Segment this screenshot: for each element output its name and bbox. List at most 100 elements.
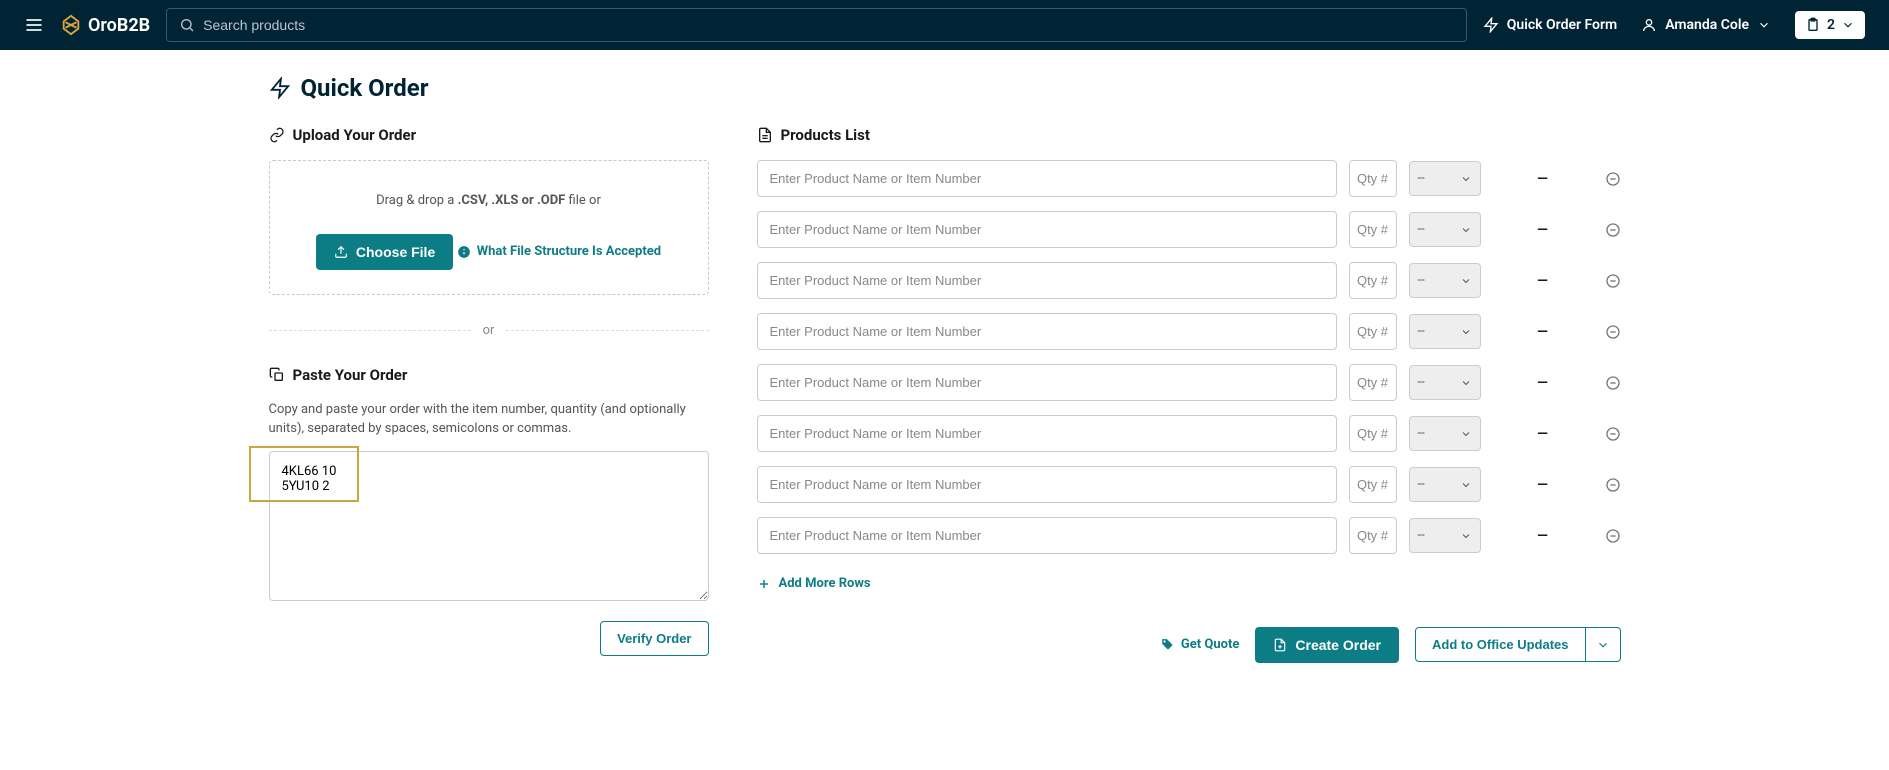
create-order-button[interactable]: Create Order bbox=[1255, 627, 1399, 663]
price-value: — bbox=[1493, 222, 1593, 238]
qty-input[interactable] bbox=[1349, 313, 1397, 350]
price-value: — bbox=[1493, 273, 1593, 289]
header-right: Quick Order Form Amanda Cole 2 bbox=[1483, 11, 1865, 39]
product-row: -- — bbox=[757, 364, 1621, 401]
chevron-down-icon bbox=[1757, 18, 1771, 32]
remove-row-button[interactable] bbox=[1605, 426, 1621, 442]
tag-icon bbox=[1161, 638, 1175, 652]
remove-icon bbox=[1605, 375, 1621, 391]
logo-icon bbox=[60, 14, 82, 36]
product-row: -- — bbox=[757, 262, 1621, 299]
price-value: — bbox=[1493, 375, 1593, 391]
unit-select[interactable]: -- bbox=[1409, 263, 1481, 298]
get-quote-button[interactable]: Get Quote bbox=[1161, 637, 1240, 652]
quick-order-form-link[interactable]: Quick Order Form bbox=[1483, 17, 1617, 33]
product-row: -- — bbox=[757, 211, 1621, 248]
remove-row-button[interactable] bbox=[1605, 375, 1621, 391]
document-plus-icon bbox=[1273, 638, 1287, 652]
unit-select[interactable]: -- bbox=[1409, 467, 1481, 502]
add-to-list-button[interactable]: Add to Office Updates bbox=[1415, 627, 1586, 662]
product-name-input[interactable] bbox=[757, 364, 1337, 401]
unit-value: -- bbox=[1418, 273, 1425, 288]
verify-order-button[interactable]: Verify Order bbox=[600, 621, 708, 656]
remove-icon bbox=[1605, 477, 1621, 493]
unit-select[interactable]: -- bbox=[1409, 161, 1481, 196]
cart-count: 2 bbox=[1827, 17, 1835, 33]
remove-row-button[interactable] bbox=[1605, 477, 1621, 493]
paste-textarea[interactable] bbox=[269, 451, 709, 601]
price-value: — bbox=[1493, 426, 1593, 442]
product-name-input[interactable] bbox=[757, 466, 1337, 503]
chevron-down-icon bbox=[1460, 326, 1472, 338]
logo-text: OroB2B bbox=[88, 15, 150, 36]
file-structure-link[interactable]: What File Structure Is Accepted bbox=[457, 244, 661, 259]
menu-toggle[interactable] bbox=[24, 15, 44, 35]
upload-section-title: Upload Your Order bbox=[269, 126, 709, 144]
product-name-input[interactable] bbox=[757, 262, 1337, 299]
chevron-down-icon bbox=[1460, 224, 1472, 236]
chevron-down-icon bbox=[1596, 638, 1610, 652]
unit-select[interactable]: -- bbox=[1409, 365, 1481, 400]
products-section-title: Products List bbox=[757, 126, 1621, 144]
qty-input[interactable] bbox=[1349, 466, 1397, 503]
product-name-input[interactable] bbox=[757, 415, 1337, 452]
qty-input[interactable] bbox=[1349, 211, 1397, 248]
remove-icon bbox=[1605, 426, 1621, 442]
unit-value: -- bbox=[1418, 477, 1425, 492]
unit-select[interactable]: -- bbox=[1409, 212, 1481, 247]
remove-icon bbox=[1605, 528, 1621, 544]
qty-input[interactable] bbox=[1349, 364, 1397, 401]
user-icon bbox=[1641, 17, 1657, 33]
unit-value: -- bbox=[1418, 528, 1425, 543]
logo[interactable]: OroB2B bbox=[60, 14, 150, 36]
top-header: OroB2B Quick Order Form Amanda Cole 2 bbox=[0, 0, 1889, 50]
chevron-down-icon bbox=[1460, 275, 1472, 287]
choose-file-button[interactable]: Choose File bbox=[316, 234, 453, 270]
paste-section-title: Paste Your Order bbox=[269, 366, 709, 384]
remove-row-button[interactable] bbox=[1605, 273, 1621, 289]
qty-input[interactable] bbox=[1349, 262, 1397, 299]
remove-row-button[interactable] bbox=[1605, 171, 1621, 187]
chevron-down-icon bbox=[1841, 18, 1855, 32]
search-container[interactable] bbox=[166, 8, 1467, 42]
price-value: — bbox=[1493, 171, 1593, 187]
unit-select[interactable]: -- bbox=[1409, 518, 1481, 553]
upload-hint: Drag & drop a .CSV, .XLS or .ODF file or bbox=[290, 193, 688, 208]
page-title: Quick Order bbox=[269, 74, 1621, 102]
hamburger-icon bbox=[24, 15, 44, 35]
price-value: — bbox=[1493, 324, 1593, 340]
unit-value: -- bbox=[1418, 222, 1425, 237]
remove-row-button[interactable] bbox=[1605, 528, 1621, 544]
price-value: — bbox=[1493, 528, 1593, 544]
unit-value: -- bbox=[1418, 171, 1425, 186]
upload-dropzone[interactable]: Drag & drop a .CSV, .XLS or .ODF file or… bbox=[269, 160, 709, 295]
user-menu[interactable]: Amanda Cole bbox=[1641, 17, 1771, 33]
chevron-down-icon bbox=[1460, 479, 1472, 491]
product-name-input[interactable] bbox=[757, 517, 1337, 554]
user-name: Amanda Cole bbox=[1665, 17, 1749, 33]
qty-input[interactable] bbox=[1349, 160, 1397, 197]
chevron-down-icon bbox=[1460, 377, 1472, 389]
unit-select[interactable]: -- bbox=[1409, 416, 1481, 451]
add-more-rows-button[interactable]: Add More Rows bbox=[757, 576, 871, 591]
cart-button[interactable]: 2 bbox=[1795, 11, 1865, 39]
search-input[interactable] bbox=[203, 17, 1454, 33]
search-icon bbox=[179, 17, 195, 33]
link-icon bbox=[269, 127, 285, 143]
remove-row-button[interactable] bbox=[1605, 324, 1621, 340]
lightning-icon bbox=[1483, 17, 1499, 33]
add-to-list-group: Add to Office Updates bbox=[1415, 627, 1621, 662]
remove-row-button[interactable] bbox=[1605, 222, 1621, 238]
qty-input[interactable] bbox=[1349, 415, 1397, 452]
product-row: -- — bbox=[757, 313, 1621, 350]
product-name-input[interactable] bbox=[757, 313, 1337, 350]
clipboard-icon bbox=[1805, 17, 1821, 33]
product-name-input[interactable] bbox=[757, 211, 1337, 248]
qty-input[interactable] bbox=[1349, 517, 1397, 554]
add-to-list-dropdown[interactable] bbox=[1586, 627, 1621, 662]
unit-select[interactable]: -- bbox=[1409, 314, 1481, 349]
product-row: -- — bbox=[757, 517, 1621, 554]
product-row: -- — bbox=[757, 160, 1621, 197]
product-name-input[interactable] bbox=[757, 160, 1337, 197]
product-row: -- — bbox=[757, 466, 1621, 503]
